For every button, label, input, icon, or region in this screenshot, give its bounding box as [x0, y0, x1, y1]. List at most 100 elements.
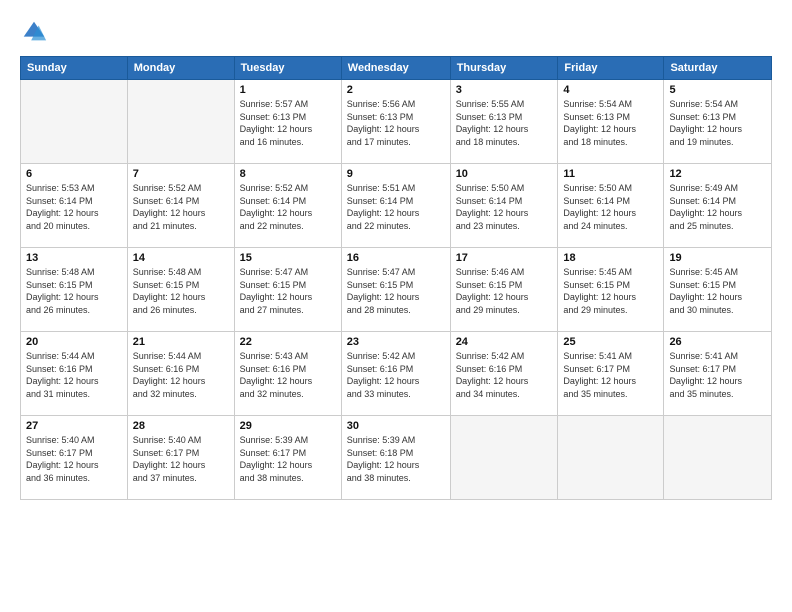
day-detail: Sunrise: 5:47 AM Sunset: 6:15 PM Dayligh…	[240, 266, 336, 316]
calendar-cell	[127, 80, 234, 164]
calendar-cell: 24 Sunrise: 5:42 AM Sunset: 6:16 PM Dayli…	[450, 332, 558, 416]
calendar-cell: 15 Sunrise: 5:47 AM Sunset: 6:15 PM Dayli…	[234, 248, 341, 332]
day-number: 17	[456, 252, 553, 264]
day-number: 21	[133, 336, 229, 348]
calendar-cell: 8 Sunrise: 5:52 AM Sunset: 6:14 PM Daylig…	[234, 164, 341, 248]
day-detail: Sunrise: 5:41 AM Sunset: 6:17 PM Dayligh…	[563, 350, 658, 400]
day-detail: Sunrise: 5:41 AM Sunset: 6:17 PM Dayligh…	[669, 350, 766, 400]
day-number: 10	[456, 168, 553, 180]
day-number: 26	[669, 336, 766, 348]
day-number: 19	[669, 252, 766, 264]
day-number: 9	[347, 168, 445, 180]
calendar-cell: 13Sunrise: 5:48 AM Sunset: 6:15 PM Dayli…	[21, 248, 128, 332]
calendar-cell: 19 Sunrise: 5:45 AM Sunset: 6:15 PM Dayli…	[664, 248, 772, 332]
weekday-header-friday: Friday	[558, 57, 664, 80]
calendar-cell: 20 Sunrise: 5:44 AM Sunset: 6:16 PM Dayli…	[21, 332, 128, 416]
day-detail: Sunrise: 5:46 AM Sunset: 6:15 PM Dayligh…	[456, 266, 553, 316]
day-detail: Sunrise: 5:45 AM Sunset: 6:15 PM Dayligh…	[563, 266, 658, 316]
day-detail: Sunrise: 5:52 AM Sunset: 6:14 PM Dayligh…	[240, 182, 336, 232]
day-detail: Sunrise: 5:53 AM Sunset: 6:14 PM Dayligh…	[26, 182, 122, 232]
day-detail: Sunrise: 5:49 AM Sunset: 6:14 PM Dayligh…	[669, 182, 766, 232]
calendar-week-0: 1 Sunrise: 5:57 AM Sunset: 6:13 PM Daylig…	[21, 80, 772, 164]
weekday-header-row: SundayMondayTuesdayWednesdayThursdayFrid…	[21, 57, 772, 80]
day-number: 15	[240, 252, 336, 264]
logo	[20, 18, 52, 46]
day-number: 28	[133, 420, 229, 432]
calendar-cell: 26 Sunrise: 5:41 AM Sunset: 6:17 PM Dayli…	[664, 332, 772, 416]
calendar-week-2: 13Sunrise: 5:48 AM Sunset: 6:15 PM Dayli…	[21, 248, 772, 332]
day-detail: Sunrise: 5:57 AM Sunset: 6:13 PM Dayligh…	[240, 98, 336, 148]
calendar-cell	[558, 416, 664, 500]
calendar-cell	[21, 80, 128, 164]
day-detail: Sunrise: 5:50 AM Sunset: 6:14 PM Dayligh…	[563, 182, 658, 232]
day-detail: Sunrise: 5:40 AM Sunset: 6:17 PM Dayligh…	[26, 434, 122, 484]
day-number: 16	[347, 252, 445, 264]
day-detail: Sunrise: 5:42 AM Sunset: 6:16 PM Dayligh…	[347, 350, 445, 400]
weekday-header-sunday: Sunday	[21, 57, 128, 80]
calendar-week-4: 27 Sunrise: 5:40 AM Sunset: 6:17 PM Dayli…	[21, 416, 772, 500]
page: SundayMondayTuesdayWednesdayThursdayFrid…	[0, 0, 792, 612]
day-number: 14	[133, 252, 229, 264]
day-detail: Sunrise: 5:45 AM Sunset: 6:15 PM Dayligh…	[669, 266, 766, 316]
day-detail: Sunrise: 5:55 AM Sunset: 6:13 PM Dayligh…	[456, 98, 553, 148]
day-detail: Sunrise: 5:44 AM Sunset: 6:16 PM Dayligh…	[26, 350, 122, 400]
day-number: 5	[669, 84, 766, 96]
weekday-header-thursday: Thursday	[450, 57, 558, 80]
calendar-week-3: 20 Sunrise: 5:44 AM Sunset: 6:16 PM Dayli…	[21, 332, 772, 416]
calendar-cell	[664, 416, 772, 500]
day-detail: Sunrise: 5:48 AM Sunset: 6:15 PM Dayligh…	[26, 266, 122, 316]
calendar-cell: 25 Sunrise: 5:41 AM Sunset: 6:17 PM Dayli…	[558, 332, 664, 416]
day-detail: Sunrise: 5:50 AM Sunset: 6:14 PM Dayligh…	[456, 182, 553, 232]
day-detail: Sunrise: 5:43 AM Sunset: 6:16 PM Dayligh…	[240, 350, 336, 400]
day-detail: Sunrise: 5:48 AM Sunset: 6:15 PM Dayligh…	[133, 266, 229, 316]
day-number: 25	[563, 336, 658, 348]
day-number: 4	[563, 84, 658, 96]
day-number: 22	[240, 336, 336, 348]
calendar-cell: 9 Sunrise: 5:51 AM Sunset: 6:14 PM Daylig…	[341, 164, 450, 248]
day-number: 1	[240, 84, 336, 96]
day-number: 8	[240, 168, 336, 180]
day-detail: Sunrise: 5:52 AM Sunset: 6:14 PM Dayligh…	[133, 182, 229, 232]
calendar-cell: 12Sunrise: 5:49 AM Sunset: 6:14 PM Dayli…	[664, 164, 772, 248]
day-number: 7	[133, 168, 229, 180]
calendar-cell: 16Sunrise: 5:47 AM Sunset: 6:15 PM Dayli…	[341, 248, 450, 332]
weekday-header-saturday: Saturday	[664, 57, 772, 80]
day-number: 27	[26, 420, 122, 432]
calendar-week-1: 6 Sunrise: 5:53 AM Sunset: 6:14 PM Daylig…	[21, 164, 772, 248]
calendar-cell	[450, 416, 558, 500]
calendar-cell: 18Sunrise: 5:45 AM Sunset: 6:15 PM Dayli…	[558, 248, 664, 332]
day-detail: Sunrise: 5:51 AM Sunset: 6:14 PM Dayligh…	[347, 182, 445, 232]
day-detail: Sunrise: 5:44 AM Sunset: 6:16 PM Dayligh…	[133, 350, 229, 400]
calendar-cell: 2 Sunrise: 5:56 AM Sunset: 6:13 PM Daylig…	[341, 80, 450, 164]
day-number: 24	[456, 336, 553, 348]
day-detail: Sunrise: 5:56 AM Sunset: 6:13 PM Dayligh…	[347, 98, 445, 148]
day-number: 2	[347, 84, 445, 96]
calendar-cell: 22 Sunrise: 5:43 AM Sunset: 6:16 PM Dayli…	[234, 332, 341, 416]
calendar-cell: 28 Sunrise: 5:40 AM Sunset: 6:17 PM Dayli…	[127, 416, 234, 500]
weekday-header-monday: Monday	[127, 57, 234, 80]
day-detail: Sunrise: 5:40 AM Sunset: 6:17 PM Dayligh…	[133, 434, 229, 484]
calendar-cell: 14 Sunrise: 5:48 AM Sunset: 6:15 PM Dayli…	[127, 248, 234, 332]
calendar-cell: 30Sunrise: 5:39 AM Sunset: 6:18 PM Dayli…	[341, 416, 450, 500]
header	[20, 18, 772, 46]
day-number: 11	[563, 168, 658, 180]
day-detail: Sunrise: 5:42 AM Sunset: 6:16 PM Dayligh…	[456, 350, 553, 400]
weekday-header-tuesday: Tuesday	[234, 57, 341, 80]
day-detail: Sunrise: 5:54 AM Sunset: 6:13 PM Dayligh…	[669, 98, 766, 148]
day-detail: Sunrise: 5:54 AM Sunset: 6:13 PM Dayligh…	[563, 98, 658, 148]
calendar-cell: 21 Sunrise: 5:44 AM Sunset: 6:16 PM Dayli…	[127, 332, 234, 416]
calendar-cell: 1 Sunrise: 5:57 AM Sunset: 6:13 PM Daylig…	[234, 80, 341, 164]
calendar-cell: 5 Sunrise: 5:54 AM Sunset: 6:13 PM Daylig…	[664, 80, 772, 164]
calendar-cell: 29Sunrise: 5:39 AM Sunset: 6:17 PM Dayli…	[234, 416, 341, 500]
day-number: 29	[240, 420, 336, 432]
weekday-header-wednesday: Wednesday	[341, 57, 450, 80]
day-number: 6	[26, 168, 122, 180]
day-number: 20	[26, 336, 122, 348]
day-detail: Sunrise: 5:39 AM Sunset: 6:18 PM Dayligh…	[347, 434, 445, 484]
calendar-cell: 23 Sunrise: 5:42 AM Sunset: 6:16 PM Dayli…	[341, 332, 450, 416]
calendar-cell: 10 Sunrise: 5:50 AM Sunset: 6:14 PM Dayli…	[450, 164, 558, 248]
calendar-cell: 11 Sunrise: 5:50 AM Sunset: 6:14 PM Dayli…	[558, 164, 664, 248]
day-number: 23	[347, 336, 445, 348]
calendar-table: SundayMondayTuesdayWednesdayThursdayFrid…	[20, 56, 772, 500]
day-number: 3	[456, 84, 553, 96]
